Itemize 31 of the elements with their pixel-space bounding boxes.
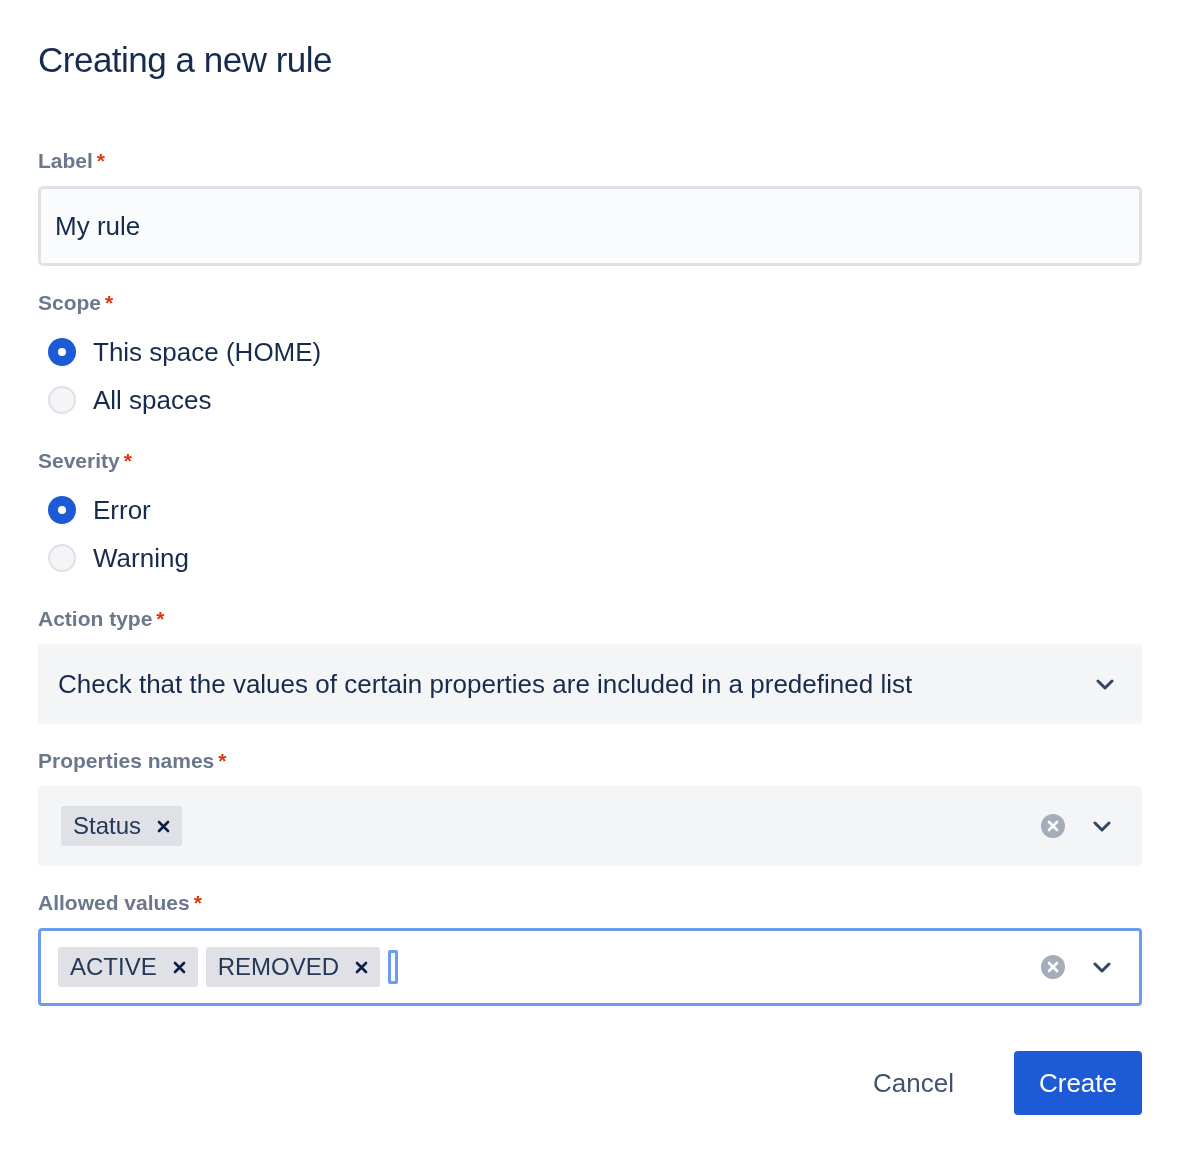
value-tag: REMOVED [205,947,381,987]
radio-button[interactable] [48,496,76,524]
multi-select-field[interactable]: Status [38,786,1142,866]
value-tag: ACTIVE [58,947,198,987]
field-label: Severity * [38,448,132,474]
remove-icon[interactable] [355,960,369,974]
radio-label: This space (HOME) [93,335,322,369]
chevron-down-icon[interactable] [1096,678,1114,690]
field-label: Action type * [38,606,165,632]
multi-select-field[interactable]: ACTIVE REMOVED [38,928,1142,1006]
field-label: Label * [38,148,106,174]
field-label: Scope * [38,290,114,316]
text-field[interactable]: My rule [38,186,1142,266]
cancel-button[interactable]: Cancel [833,1051,994,1115]
radio-label: All spaces [93,383,212,417]
text-cursor [388,950,399,984]
chevron-down-icon[interactable] [1093,820,1111,832]
radio-button[interactable] [48,386,76,414]
radio-label: Error [93,493,151,527]
radio-label: Warning [93,541,189,575]
dialog-title: Creating a new rule [38,39,333,81]
field-label: Properties names * [38,748,227,774]
dropdown-field[interactable]: Check that the values of certain properties are included in a predefined list [38,644,1142,724]
field-label: Allowed values * [38,890,202,916]
create-button[interactable]: Create [1013,1051,1142,1115]
remove-icon[interactable] [157,819,171,833]
value-tag: Status [61,806,183,846]
radio-button[interactable] [48,544,76,572]
remove-icon[interactable] [172,960,186,974]
chevron-down-icon[interactable] [1093,961,1111,973]
radio-button[interactable] [48,338,76,366]
